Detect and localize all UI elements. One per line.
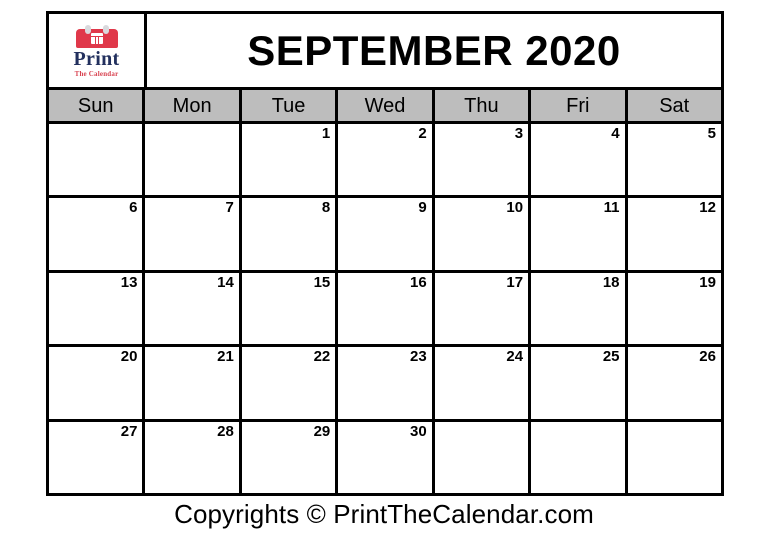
footer: Copyrights © PrintTheCalendar.com [0,499,768,530]
day-cell[interactable]: 7 [145,198,242,270]
day-cell[interactable] [49,124,146,196]
weekday-header-mon: Mon [145,90,242,121]
weekday-label: Fri [566,94,590,117]
day-number: 16 [410,273,427,291]
day-cell[interactable]: 6 [49,198,146,270]
day-number: 14 [217,273,234,291]
day-cell[interactable]: 28 [145,421,242,494]
day-number: 21 [217,348,234,366]
day-cell[interactable]: 24 [434,347,532,419]
day-cell[interactable]: 16 [338,272,435,345]
day-cell[interactable]: 18 [531,272,628,345]
day-cell[interactable]: 19 [627,272,721,345]
day-number: 10 [506,199,524,217]
weekday-label: Thu [464,94,499,117]
month-title-cell: SEPTEMBER 2020 [144,14,721,87]
day-number: 3 [514,125,524,142]
day-cell[interactable]: 25 [531,347,628,419]
calendar-title-band: Print The Calendar SEPTEMBER 2020 [49,14,721,90]
day-number: 18 [602,273,620,291]
day-number: 4 [611,125,620,142]
day-number: 7 [225,199,234,217]
calendar-icon [75,25,118,48]
day-cell[interactable]: 2 [338,124,435,196]
calendar-frame: Print The Calendar SEPTEMBER 2020 Sun Mo… [46,11,724,496]
day-cell[interactable]: 13 [49,272,146,345]
calendar-page: Print The Calendar SEPTEMBER 2020 Sun Mo… [0,0,768,553]
weekday-header-tue: Tue [241,90,339,121]
copyright-text: Copyrights © PrintTheCalendar.com [174,499,594,529]
weekday-header-sun: Sun [49,90,146,121]
day-cell[interactable]: 20 [49,347,146,419]
weekday-label: Sat [659,94,690,117]
weekday-label: Tue [271,94,306,117]
day-number: 2 [418,125,427,142]
day-number: 29 [313,422,331,440]
logo-wordmark: Print [73,48,120,70]
weekday-header-fri: Fri [531,90,628,121]
day-number: 23 [410,348,427,366]
day-number: 13 [120,273,138,291]
day-cell[interactable]: 8 [241,198,339,270]
day-cell[interactable]: 9 [338,198,435,270]
week-row: 27 28 29 30 [49,421,721,494]
day-cell[interactable]: 27 [49,421,146,494]
day-cell[interactable]: 12 [627,198,721,270]
day-cell[interactable]: 1 [241,124,339,196]
day-number: 28 [217,422,234,440]
day-number: 26 [699,348,716,366]
day-number: 1 [321,125,331,142]
weekday-header-row: Sun Mon Tue Wed Thu Fri Sat [49,90,721,124]
day-number: 5 [707,125,716,142]
day-number: 17 [506,273,524,291]
day-number: 8 [321,199,331,217]
calendar-grid: 1 2 3 4 5 6 7 8 9 10 11 12 13 14 15 16 1… [49,124,721,494]
day-cell[interactable]: 29 [241,421,339,494]
day-cell[interactable]: 15 [241,272,339,345]
weekday-header-wed: Wed [338,90,435,121]
day-cell[interactable] [531,421,628,494]
day-cell[interactable]: 30 [338,421,435,494]
weekday-label: Wed [364,94,406,117]
day-cell[interactable]: 21 [145,347,242,419]
day-cell[interactable]: 11 [531,198,628,270]
site-logo[interactable]: Print The Calendar [49,14,144,87]
week-row: 1 2 3 4 5 [49,124,721,199]
day-number: 24 [506,348,524,366]
day-number: 6 [129,199,138,217]
day-cell[interactable]: 22 [241,347,339,419]
day-number: 9 [418,199,427,217]
weekday-label: Sun [77,94,114,117]
day-cell[interactable]: 4 [531,124,628,196]
day-number: 15 [313,273,331,291]
week-row: 20 21 22 23 24 25 26 [49,347,721,422]
day-number: 25 [602,348,620,366]
weekday-header-thu: Thu [434,90,532,121]
day-cell[interactable]: 3 [434,124,532,196]
day-cell[interactable] [434,421,532,494]
day-number: 20 [120,348,138,366]
day-number: 12 [699,199,716,217]
page-title: SEPTEMBER 2020 [247,26,621,74]
day-cell[interactable]: 5 [627,124,721,196]
day-cell[interactable]: 17 [434,272,532,345]
day-number: 11 [603,199,620,217]
day-cell[interactable] [145,124,242,196]
day-number: 19 [699,273,716,291]
day-cell[interactable] [627,421,721,494]
week-row: 6 7 8 9 10 11 12 [49,198,721,273]
weekday-label: Mon [172,94,212,117]
day-number: 27 [120,422,138,440]
day-cell[interactable]: 26 [627,347,721,419]
logo-tagline: The Calendar [74,70,119,78]
weekday-header-sat: Sat [627,90,721,121]
day-cell[interactable]: 23 [338,347,435,419]
day-number: 30 [410,422,427,440]
week-row: 13 14 15 16 17 18 19 [49,272,721,348]
day-cell[interactable]: 14 [145,272,242,345]
day-cell[interactable]: 10 [434,198,532,270]
day-number: 22 [313,348,331,366]
